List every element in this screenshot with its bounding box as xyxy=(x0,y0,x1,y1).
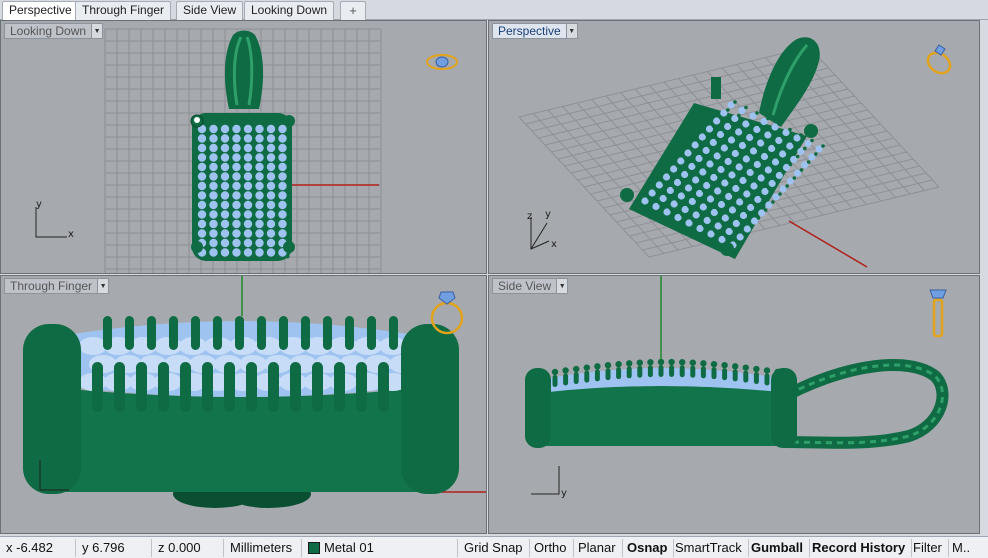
gumball-toggle[interactable]: Gumball xyxy=(745,539,811,557)
pendant-bail xyxy=(784,359,949,449)
x-axis-label: x xyxy=(551,239,557,250)
axis-triad-icon xyxy=(39,460,69,491)
grid-snap-toggle[interactable]: Grid Snap xyxy=(458,539,530,557)
ortho-toggle[interactable]: Ortho xyxy=(528,539,574,557)
pendant-bail xyxy=(759,37,820,127)
coord-x-readout: x -6.482 xyxy=(0,539,76,557)
chevron-down-icon[interactable]: ▼ xyxy=(97,279,109,293)
filter-toggle[interactable]: Filter xyxy=(907,539,949,557)
planar-toggle[interactable]: Planar xyxy=(572,539,623,557)
record-history-toggle[interactable]: Record History xyxy=(806,539,913,557)
status-bar: x -6.482 y 6.796 z 0.000 Millimeters Met… xyxy=(0,536,988,558)
add-tab-button[interactable]: + xyxy=(340,1,366,20)
axis-triad-icon xyxy=(531,466,560,495)
y-axis-label: y xyxy=(545,209,551,220)
viewport-perspective[interactable]: Perspective ▼ z y x xyxy=(488,20,980,274)
layer-color-swatch xyxy=(308,542,320,554)
y-axis-label: y xyxy=(561,488,567,499)
more-status-button[interactable]: M.. xyxy=(946,539,976,557)
pendant-bail xyxy=(224,30,264,109)
smarttrack-toggle[interactable]: SmartTrack xyxy=(669,539,749,557)
current-layer-button[interactable]: Metal 01 xyxy=(302,539,458,557)
coord-z-readout: z 0.000 xyxy=(152,539,224,557)
tab-side-view[interactable]: Side View xyxy=(176,1,244,20)
units-button[interactable]: Millimeters xyxy=(224,539,302,557)
through-finger-scene xyxy=(23,276,486,508)
z-axis-label: z xyxy=(527,211,533,222)
ring-perspective-icon[interactable] xyxy=(921,39,961,79)
end-prong-right xyxy=(401,324,459,494)
perspective-scene xyxy=(518,37,940,268)
ring-front-icon[interactable] xyxy=(427,288,467,338)
viewport-looking-down[interactable]: Looking Down ▼ y x xyxy=(0,20,487,274)
ring-side-icon[interactable] xyxy=(927,286,949,340)
x-axis-line xyxy=(788,220,868,268)
viewport-label-through-finger[interactable]: Through Finger ▼ xyxy=(4,278,110,294)
viewport-label-looking-down[interactable]: Looking Down ▼ xyxy=(4,23,104,39)
pendant-body xyxy=(537,386,789,446)
viewport-through-finger[interactable]: Through Finger ▼ xyxy=(0,275,487,534)
viewport-tab-bar: Perspective Through Finger Side View Loo… xyxy=(0,0,988,21)
tab-perspective[interactable]: Perspective xyxy=(2,1,79,21)
y-axis-label: y xyxy=(36,199,42,210)
chevron-down-icon[interactable]: ▼ xyxy=(565,24,577,38)
coord-y-readout: y 6.796 xyxy=(76,539,152,557)
chevron-down-icon[interactable]: ▼ xyxy=(91,24,103,38)
ring-top-icon[interactable] xyxy=(425,49,459,73)
viewport-label-side-view[interactable]: Side View ▼ xyxy=(492,278,569,294)
viewport-side-view[interactable]: Side View ▼ y xyxy=(488,275,980,534)
chevron-down-icon[interactable]: ▼ xyxy=(556,279,568,293)
osnap-toggle[interactable]: Osnap xyxy=(621,539,675,557)
layer-name: Metal 01 xyxy=(324,540,374,555)
plus-icon: + xyxy=(349,3,357,18)
tab-looking-down[interactable]: Looking Down xyxy=(244,1,335,20)
x-axis-label: x xyxy=(68,229,74,240)
viewport-label-perspective[interactable]: Perspective ▼ xyxy=(492,23,578,39)
tab-through-finger[interactable]: Through Finger xyxy=(75,1,172,20)
